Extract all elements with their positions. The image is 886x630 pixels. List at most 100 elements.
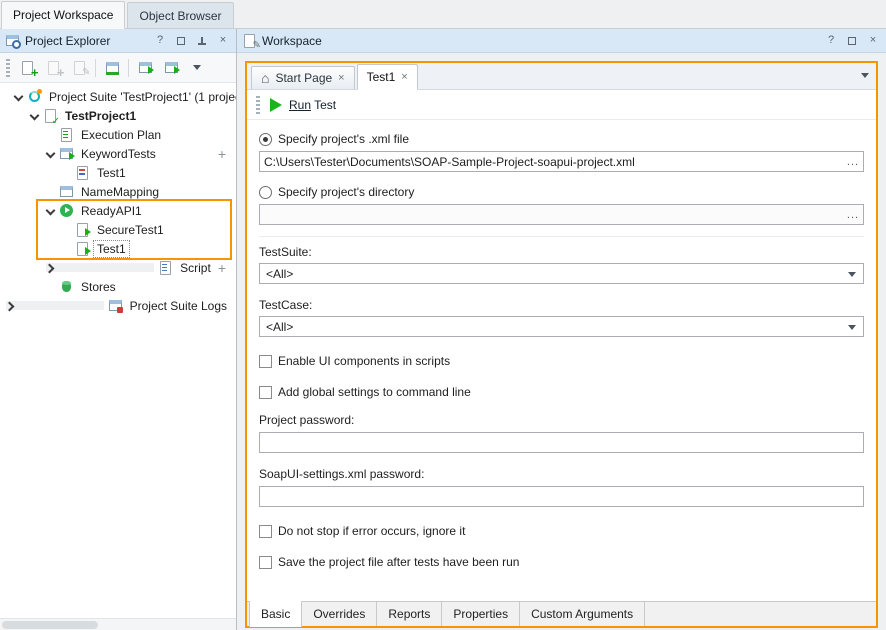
chevron-right-icon[interactable] [46, 263, 154, 272]
tab-start-page[interactable]: ⌂ Start Page × [251, 66, 355, 89]
tab-reports[interactable]: Reports [377, 602, 442, 626]
xml-file-input[interactable] [260, 152, 843, 171]
tree-item-keywordtests[interactable]: KeywordTests + [0, 144, 236, 163]
add-new-item-button[interactable] [15, 56, 39, 80]
tree-item-namemapping[interactable]: NameMapping [0, 182, 236, 201]
scrollbar-thumb[interactable] [2, 621, 98, 629]
enable-ui-components-checkbox[interactable] [259, 355, 272, 368]
horizontal-scrollbar[interactable] [0, 618, 236, 630]
tab-test1[interactable]: Test1 × [357, 64, 418, 90]
project-icon [43, 108, 58, 123]
testcase-dropdown[interactable]: <All> [259, 316, 864, 337]
browse-directory-button: ... [843, 205, 863, 224]
tree-item-script[interactable]: Script + [0, 258, 236, 277]
project-explorer-panel: Project Explorer ? × [0, 29, 237, 630]
chevron-right-icon[interactable] [6, 301, 104, 310]
close-panel-button[interactable]: × [215, 33, 231, 49]
help-button[interactable]: ? [823, 33, 839, 49]
browse-xml-button[interactable]: ... [843, 152, 863, 171]
add-item-icon [20, 60, 35, 75]
chevron-down-icon[interactable] [14, 92, 23, 101]
chevron-down-icon[interactable] [46, 206, 55, 215]
soapui-password-label: SoapUI-settings.xml password: [259, 467, 864, 481]
run-test-button[interactable]: Run Test [289, 98, 336, 112]
tree-item-testproject1[interactable]: TestProject1 [0, 106, 236, 125]
project-explorer-title: Project Explorer [25, 34, 110, 48]
tree-item-keywordtests-test1[interactable]: Test1 [0, 163, 236, 182]
toolbar-grip-handle[interactable] [256, 96, 260, 114]
toolbar-options-button[interactable] [185, 56, 209, 80]
tree-item-label: KeywordTests [78, 146, 159, 162]
readyapi-icon [59, 203, 74, 218]
edit-item-button[interactable] [67, 56, 91, 80]
directory-field: ... [259, 204, 864, 225]
close-tab-icon[interactable]: × [401, 72, 407, 83]
pin-button[interactable] [194, 33, 210, 49]
tab-project-workspace[interactable]: Project Workspace [1, 1, 125, 29]
chevron-down-icon[interactable] [46, 149, 55, 158]
tab-custom-arguments[interactable]: Custom Arguments [520, 602, 645, 626]
maximize-button[interactable] [844, 33, 860, 49]
run-toolbar: Run Test [247, 90, 876, 120]
tree-item-stores[interactable]: Stores [0, 277, 236, 296]
tab-overrides[interactable]: Overrides [302, 602, 377, 626]
no-stop-on-error-checkbox[interactable] [259, 525, 272, 538]
home-icon: ⌂ [261, 71, 269, 85]
run-suite-icon [164, 60, 179, 75]
tree-item-project-suite-logs[interactable]: Project Suite Logs [0, 296, 236, 315]
tree-item-label: Script [177, 260, 214, 276]
project-password-input[interactable] [260, 433, 863, 452]
tree-item-execution-plan[interactable]: Execution Plan [0, 125, 236, 144]
chevron-down-icon[interactable] [30, 111, 39, 120]
add-global-settings-checkbox[interactable] [259, 386, 272, 399]
tree-item-readyapi-test1[interactable]: Test1 [0, 239, 236, 258]
stores-icon [59, 279, 74, 294]
workspace-header: Workspace ? × [237, 29, 886, 53]
run-project-button[interactable] [133, 56, 157, 80]
namemapping-icon [59, 184, 74, 199]
help-button[interactable]: ? [152, 33, 168, 49]
chevron-down-icon [193, 65, 201, 70]
tree-item-label: Project Suite 'TestProject1' (1 project) [46, 89, 236, 105]
radio-label: Specify project's .xml file [278, 132, 409, 146]
maximize-icon [848, 37, 856, 45]
soapui-password-input[interactable] [260, 487, 863, 506]
add-existing-item-button[interactable] [41, 56, 65, 80]
section-divider [259, 236, 864, 237]
run-project-suite-button[interactable] [159, 56, 183, 80]
maximize-icon [177, 37, 185, 45]
tree-item-project-suite[interactable]: Project Suite 'TestProject1' (1 project) [0, 87, 236, 106]
xml-file-radio[interactable] [259, 133, 272, 146]
workspace-body: ⌂ Start Page × Test1 × [237, 53, 886, 630]
project-password-label: Project password: [259, 413, 864, 427]
pin-icon [196, 35, 208, 47]
tree-item-label: TestProject1 [62, 108, 139, 124]
checkbox-row: Enable UI components in scripts [259, 354, 864, 368]
tree-item-label: SecureTest1 [94, 222, 167, 238]
explorer-toolbar [0, 53, 236, 83]
tab-properties[interactable]: Properties [442, 602, 520, 626]
directory-radio[interactable] [259, 186, 272, 199]
toolbar-grip-handle[interactable] [6, 59, 10, 77]
testsuite-dropdown[interactable]: <All> [259, 263, 864, 284]
tree-item-readyapi1[interactable]: ReadyAPI1 [0, 201, 236, 220]
organize-tests-button[interactable] [100, 56, 124, 80]
add-keyword-test-button[interactable]: + [218, 147, 230, 161]
tree-item-securetest1[interactable]: SecureTest1 [0, 220, 236, 239]
close-panel-button[interactable]: × [865, 33, 881, 49]
close-tab-icon[interactable]: × [338, 73, 344, 84]
logs-icon [108, 298, 123, 313]
tree-item-label: Project Suite Logs [127, 298, 230, 314]
securetest-icon [75, 222, 90, 237]
tree-item-label: Test1 [94, 165, 129, 181]
add-script-button[interactable]: + [218, 261, 230, 275]
tab-object-browser[interactable]: Object Browser [127, 2, 233, 28]
maximize-button[interactable] [173, 33, 189, 49]
tab-list-dropdown-icon[interactable] [861, 73, 869, 78]
save-project-after-run-checkbox[interactable] [259, 556, 272, 569]
tree-item-label: Test1 [94, 241, 129, 257]
tab-basic[interactable]: Basic [249, 601, 302, 627]
radio-row-directory: Specify project's directory [259, 185, 864, 199]
testsuite-label: TestSuite: [259, 245, 864, 259]
app-window: Project Workspace Object Browser Project… [0, 0, 886, 630]
